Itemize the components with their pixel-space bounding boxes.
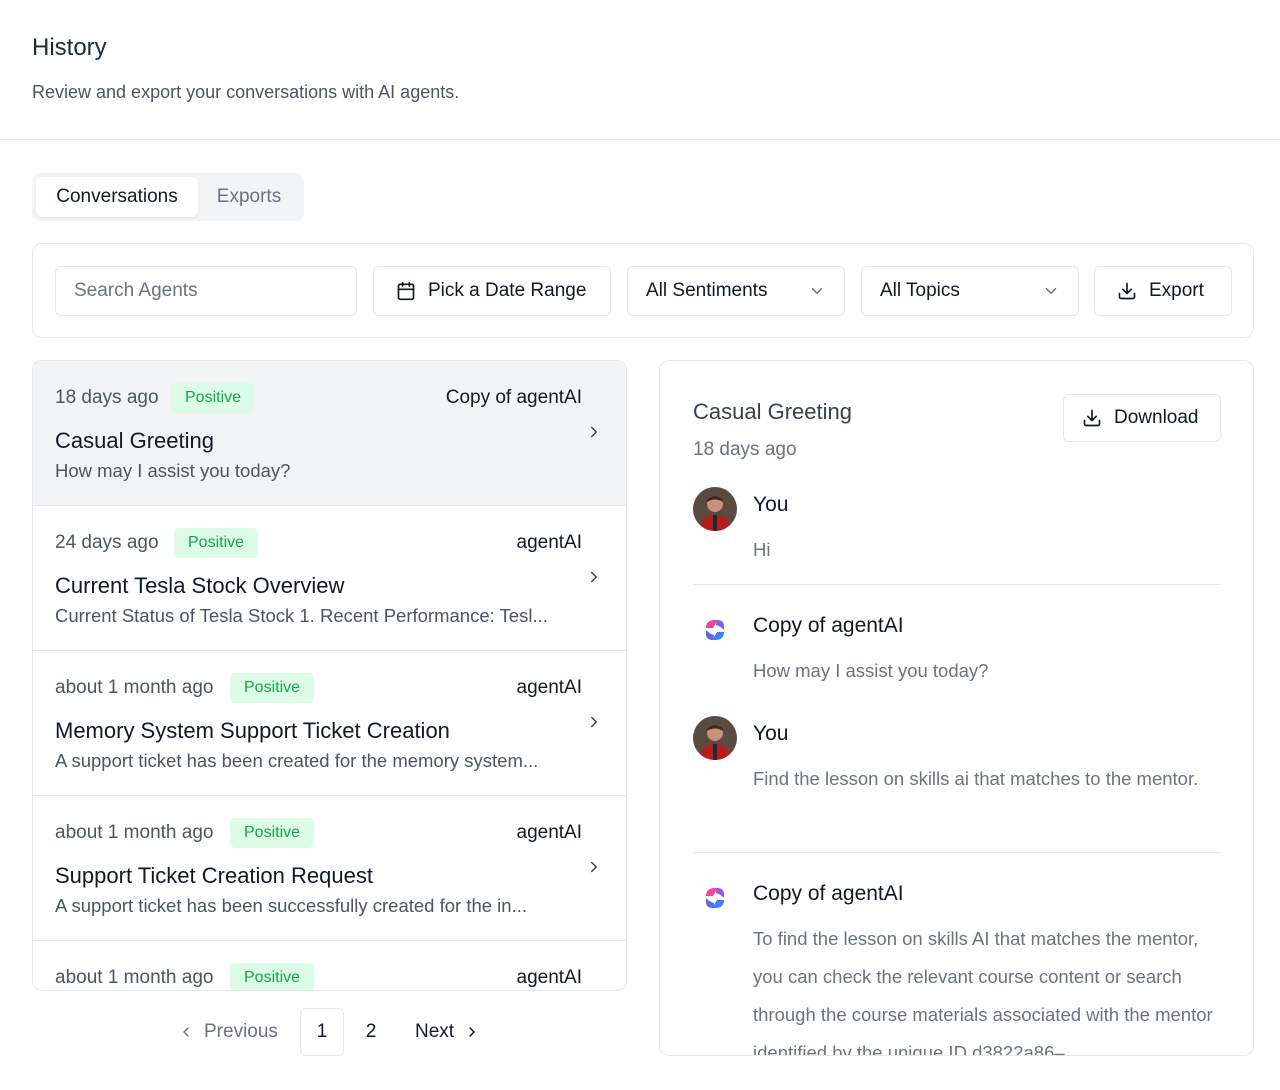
user-avatar xyxy=(693,487,737,531)
next-page-button[interactable]: Next xyxy=(415,1008,480,1056)
chevron-left-icon xyxy=(178,1024,194,1040)
conversation-agent: agentAI xyxy=(516,532,583,553)
next-label: Next xyxy=(415,1021,455,1042)
agent-logo-icon xyxy=(693,608,737,652)
tab-list: Conversations Exports xyxy=(32,173,304,221)
conversation-preview: A support ticket has been created for th… xyxy=(55,750,539,771)
message-divider xyxy=(693,584,1221,585)
chevron-right-icon xyxy=(585,568,603,586)
page-1-button[interactable]: 1 xyxy=(300,1008,344,1056)
search-agents-input[interactable] xyxy=(55,266,357,316)
chevron-right-icon xyxy=(585,858,603,876)
conversation-time: 24 days ago xyxy=(55,532,159,553)
conversation-time: 18 days ago xyxy=(55,387,159,408)
tab-exports[interactable]: Exports xyxy=(198,177,300,217)
conversation-agent: agentAI xyxy=(516,822,583,843)
topic-select[interactable]: All Topics xyxy=(861,266,1079,316)
conversation-title: Current Tesla Stock Overview xyxy=(55,573,345,598)
chevron-down-icon xyxy=(1042,282,1060,300)
topic-select-value: All Topics xyxy=(880,280,960,301)
chevron-right-icon xyxy=(585,713,603,731)
conversation-title: Support Ticket Creation Request xyxy=(55,863,373,888)
conversation-title: Memory System Support Ticket Creation xyxy=(55,718,450,743)
conversation-list: 18 days ago Positive Copy of agentAI Cas… xyxy=(32,360,627,991)
conversation-item[interactable]: about 1 month ago Positive agentAI Memor… xyxy=(33,651,626,796)
chevron-down-icon xyxy=(808,282,826,300)
conversation-time: about 1 month ago xyxy=(55,677,214,698)
conversation-agent: Copy of agentAI xyxy=(445,387,582,408)
message-text: To find the lesson on skills AI that mat… xyxy=(753,928,1213,1056)
date-range-label: Pick a Date Range xyxy=(428,280,587,301)
chevron-right-icon xyxy=(585,423,603,441)
detail-time: 18 days ago xyxy=(693,439,797,460)
conversation-time: about 1 month ago xyxy=(55,822,214,843)
conversation-preview: How may I assist you today? xyxy=(55,460,291,481)
sentiment-badge: Positive xyxy=(230,673,315,703)
sentiment-badge: Positive xyxy=(230,963,315,990)
message-author: Copy of agentAI xyxy=(753,882,904,905)
message-text: Find the lesson on skills ai that matche… xyxy=(753,768,1199,789)
agent-logo-icon xyxy=(693,876,737,920)
previous-page-button[interactable]: Previous xyxy=(178,1008,278,1056)
export-button[interactable]: Export xyxy=(1094,266,1232,316)
calendar-icon xyxy=(396,281,416,301)
date-range-button[interactable]: Pick a Date Range xyxy=(373,266,611,316)
previous-label: Previous xyxy=(204,1021,278,1042)
tab-conversations[interactable]: Conversations xyxy=(36,177,198,217)
conversation-item[interactable]: about 1 month ago Positive agentAI Suppo… xyxy=(33,796,626,941)
user-avatar xyxy=(693,716,737,760)
sentiment-select[interactable]: All Sentiments xyxy=(627,266,845,316)
export-label: Export xyxy=(1149,280,1204,301)
conversation-item[interactable]: about 1 month ago Positive agentAI xyxy=(33,941,626,990)
download-icon xyxy=(1082,408,1102,428)
message-author: You xyxy=(753,722,789,745)
sentiment-badge: Positive xyxy=(174,528,259,558)
download-label: Download xyxy=(1114,407,1199,428)
sentiment-select-value: All Sentiments xyxy=(646,280,768,301)
message-text: Hi xyxy=(753,539,771,560)
conversation-item[interactable]: 18 days ago Positive Copy of agentAI Cas… xyxy=(33,361,626,506)
sentiment-badge: Positive xyxy=(230,818,315,848)
page-2-button[interactable]: 2 xyxy=(349,1008,393,1056)
chevron-right-icon xyxy=(464,1024,480,1040)
message-author: Copy of agentAI xyxy=(753,614,904,637)
conversation-detail: Casual Greeting 18 days ago Download You… xyxy=(659,360,1254,1056)
conversation-preview: A support ticket has been successfully c… xyxy=(55,895,528,916)
filter-bar: Pick a Date Range All Sentiments All Top… xyxy=(32,243,1254,338)
download-icon xyxy=(1117,281,1137,301)
conversation-agent: agentAI xyxy=(516,967,583,988)
message-author: You xyxy=(753,493,789,516)
conversation-preview: Current Status of Tesla Stock 1. Recent … xyxy=(55,605,548,626)
sentiment-badge: Positive xyxy=(171,383,256,413)
message-text: How may I assist you today? xyxy=(753,660,989,681)
conversation-item[interactable]: 24 days ago Positive agentAI Current Tes… xyxy=(33,506,626,651)
message-divider xyxy=(693,852,1221,853)
download-button[interactable]: Download xyxy=(1063,394,1221,442)
conversation-time: about 1 month ago xyxy=(55,967,214,988)
page-title: History xyxy=(32,34,107,61)
conversation-agent: agentAI xyxy=(516,677,583,698)
page-header: History Review and export your conversat… xyxy=(0,0,1280,140)
page-subtitle: Review and export your conversations wit… xyxy=(32,82,460,102)
conversation-title: Casual Greeting xyxy=(55,428,214,453)
detail-title: Casual Greeting xyxy=(693,399,852,424)
